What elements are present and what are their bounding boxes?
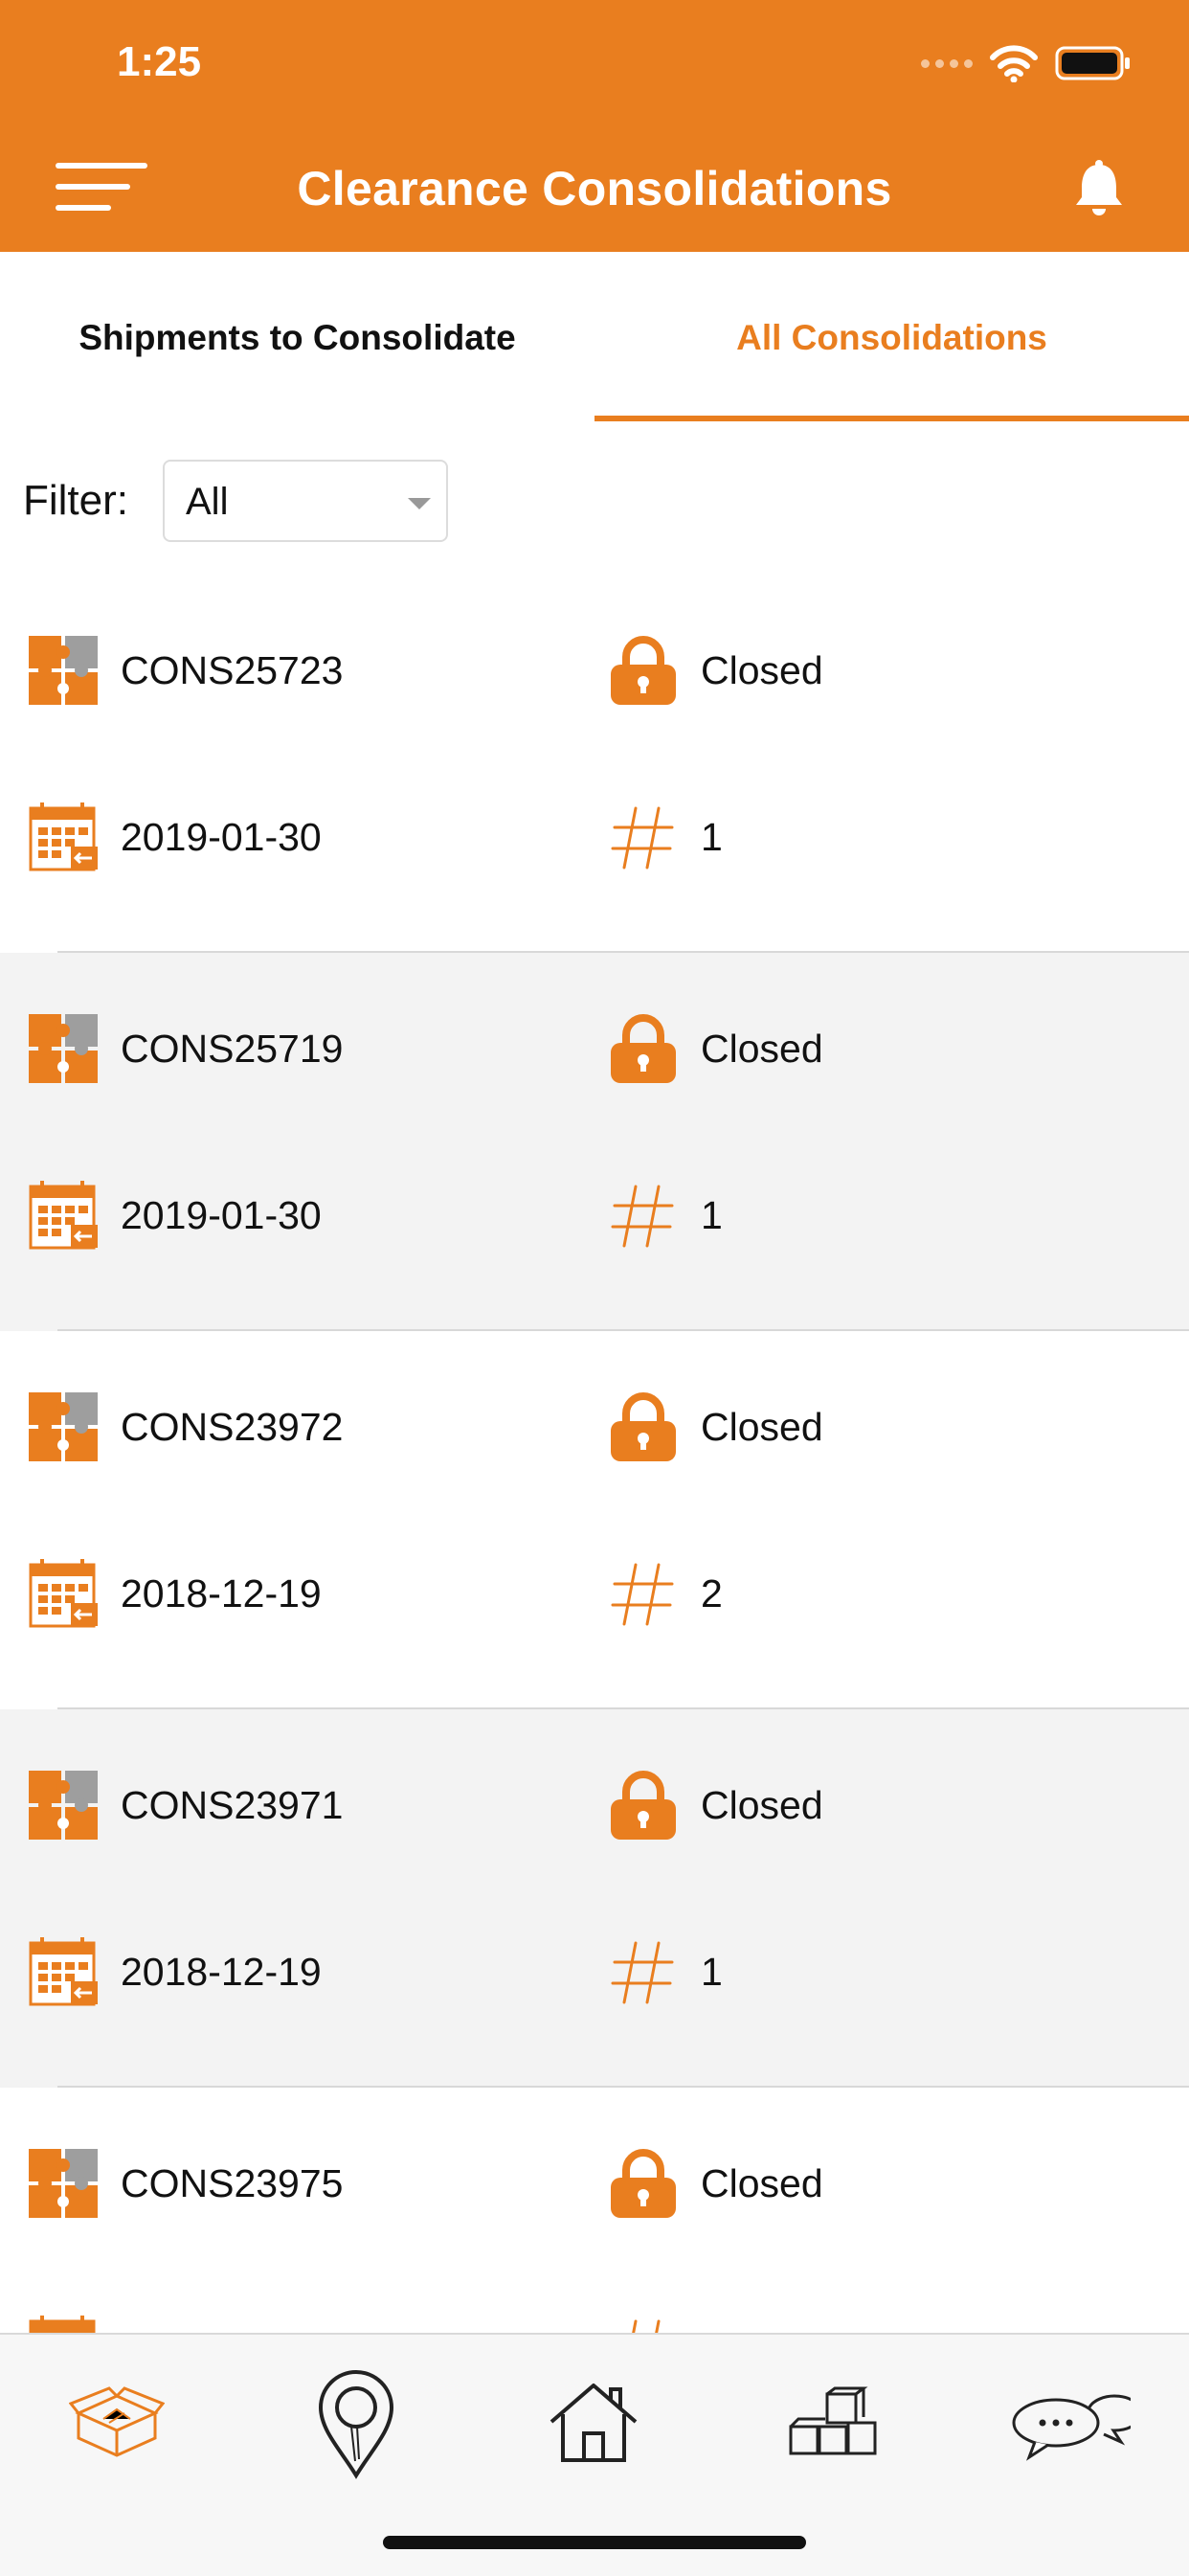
list-item[interactable]: CONS23972 Closed 2018-12-19 2: [0, 1331, 1189, 1709]
consolidation-id: CONS23972: [121, 1404, 344, 1449]
list-item[interactable]: CONS25719 Closed 2019-01-30 1: [0, 953, 1189, 1331]
puzzle-icon: [29, 1014, 98, 1083]
nav-home[interactable]: [527, 2356, 661, 2490]
hash-icon: [611, 1185, 674, 1248]
shipment-count: 2: [701, 1570, 723, 1616]
cellular-signal-icon: [921, 58, 973, 68]
consolidation-status: Closed: [701, 2160, 823, 2205]
home-icon: [550, 2384, 638, 2462]
calendar-icon: [29, 1179, 100, 1250]
puzzle-icon: [29, 1771, 98, 1840]
app-header: 1:25 Clearance Consolidations: [0, 0, 1189, 252]
consolidation-date: 2019-01-30: [121, 1192, 322, 1237]
consolidation-id: CONS25719: [121, 1026, 344, 1071]
puzzle-icon: [29, 636, 98, 705]
chevron-down-icon: [408, 498, 431, 509]
puzzle-icon: [29, 2149, 98, 2218]
consolidation-list: CONS25723 Closed 2019-01-30 1 CONS25719 …: [0, 575, 1189, 2466]
filter-row: Filter: All: [0, 458, 1189, 546]
nav-tracking[interactable]: [289, 2356, 423, 2490]
nav-messages[interactable]: [1001, 2356, 1135, 2490]
hash-icon: [611, 806, 674, 870]
filter-label: Filter:: [23, 477, 128, 524]
consolidation-id: CONS23971: [121, 1782, 344, 1827]
list-item[interactable]: CONS23971 Closed 2018-12-19 1: [0, 1709, 1189, 2088]
puzzle-icon: [29, 1392, 98, 1461]
battery-icon: [1055, 46, 1130, 80]
hash-icon: [611, 1563, 674, 1626]
active-tab-indicator: [594, 416, 1189, 421]
tab-bar: Shipments to Consolidate All Consolidati…: [0, 252, 1189, 424]
consolidation-id: CONS25723: [121, 647, 344, 692]
filter-selected-value: All: [186, 481, 229, 523]
consolidation-status: Closed: [701, 1404, 823, 1449]
open-box-icon: [69, 2386, 165, 2457]
calendar-icon: [29, 801, 100, 871]
calendar-icon: [29, 1935, 100, 2006]
tab-shipments-to-consolidate[interactable]: Shipments to Consolidate: [0, 252, 594, 424]
shipment-count: 1: [701, 1192, 723, 1237]
consolidation-date: 2019-01-30: [121, 814, 322, 859]
wifi-icon: [990, 45, 1038, 82]
filter-dropdown[interactable]: All: [163, 460, 448, 542]
chat-bubbles-icon: [1012, 2394, 1131, 2461]
shipment-count: 1: [701, 1949, 723, 1994]
page-title: Clearance Consolidations: [297, 162, 892, 215]
consolidation-status: Closed: [701, 647, 823, 692]
status-icons: [921, 42, 1132, 84]
lock-icon: [607, 634, 680, 707]
bell-icon: [1076, 160, 1122, 215]
boxes-icon: [789, 2386, 877, 2455]
consolidation-id: CONS23975: [121, 2160, 344, 2205]
calendar-icon: [29, 1557, 100, 1628]
notifications-button[interactable]: [1068, 157, 1130, 218]
lock-icon: [607, 1769, 680, 1842]
tab-all-consolidations[interactable]: All Consolidations: [594, 252, 1189, 424]
status-time: 1:25: [117, 38, 202, 85]
consolidation-status: Closed: [701, 1782, 823, 1827]
list-item[interactable]: CONS25723 Closed 2019-01-30 1: [0, 575, 1189, 953]
lock-icon: [607, 2147, 680, 2220]
nav-inventory[interactable]: [766, 2356, 900, 2490]
home-indicator: [383, 2536, 806, 2549]
consolidation-status: Closed: [701, 1026, 823, 1071]
lock-icon: [607, 1012, 680, 1085]
map-pin-icon: [318, 2370, 394, 2479]
consolidation-date: 2018-12-19: [121, 1570, 322, 1616]
lock-icon: [607, 1390, 680, 1463]
shipment-count: 1: [701, 814, 723, 859]
consolidation-date: 2018-12-19: [121, 1949, 322, 1994]
nav-shipments[interactable]: [50, 2356, 184, 2490]
hash-icon: [611, 1941, 674, 2004]
